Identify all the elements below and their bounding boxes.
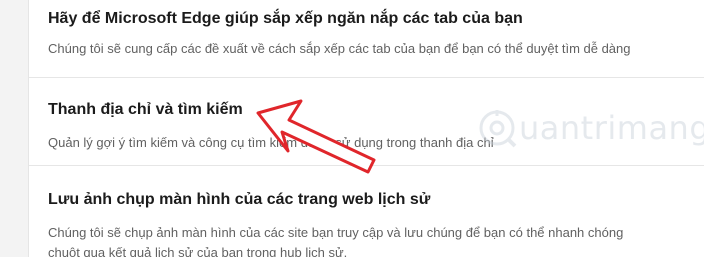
setting-description-line-2: chuột qua kết quả lịch sử của bạn trong … <box>48 245 348 257</box>
setting-title: Hãy để Microsoft Edge giúp sắp xếp ngăn … <box>48 10 523 27</box>
settings-panel: Hãy để Microsoft Edge giúp sắp xếp ngăn … <box>28 0 704 257</box>
setting-address-bar-search[interactable]: Thanh địa chỉ và tìm kiếm Quản lý gợi ý … <box>29 78 704 164</box>
setting-history-screenshots[interactable]: Lưu ảnh chụp màn hình của các trang web … <box>29 166 704 257</box>
setting-title: Thanh địa chỉ và tìm kiếm <box>48 101 243 118</box>
setting-organize-tabs[interactable]: Hãy để Microsoft Edge giúp sắp xếp ngăn … <box>29 0 704 76</box>
setting-description: Quản lý gợi ý tìm kiếm và công cụ tìm ki… <box>48 135 494 150</box>
setting-title: Lưu ảnh chụp màn hình của các trang web … <box>48 191 431 208</box>
setting-description: Chúng tôi sẽ cung cấp các đề xuất về các… <box>48 41 631 56</box>
setting-description: Chúng tôi sẽ chụp ảnh màn hình của các s… <box>48 225 624 240</box>
